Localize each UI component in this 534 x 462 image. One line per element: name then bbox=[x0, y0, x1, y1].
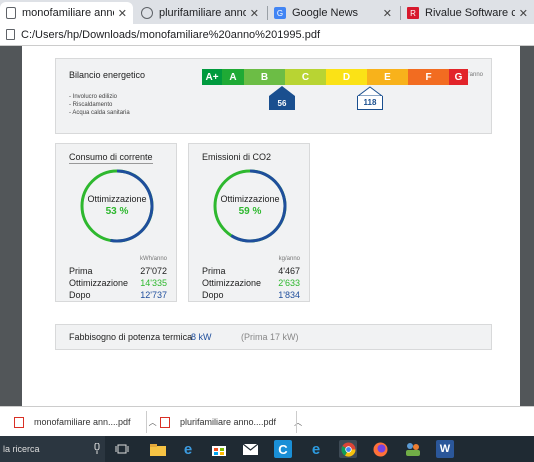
thermal-power-before: (Prima 17 kW) bbox=[241, 332, 299, 342]
co2-row-ottimizzazione-label: Ottimizzazione bbox=[202, 278, 262, 288]
download-item-monofamiliare[interactable]: monofamiliare ann....pdf ︿ bbox=[14, 407, 157, 437]
energy-class-scale: A+ A B C D E F G bbox=[202, 69, 468, 85]
pdf-file-icon bbox=[160, 416, 170, 428]
thermal-power-value: 8 kW bbox=[191, 332, 212, 342]
co2-gauge-label: Ottimizzazione bbox=[220, 194, 280, 204]
legend-riscaldamento: - Riscaldamento bbox=[69, 102, 113, 108]
tab-close-icon[interactable]: ✕ bbox=[250, 7, 259, 20]
co2-gauge-percent: 59 % bbox=[238, 206, 262, 217]
power-gauge-label: Ottimizzazione bbox=[87, 194, 147, 204]
thermal-power-panel: Fabbisogno di potenza termica 8 kW (Prim… bbox=[55, 324, 492, 350]
thermal-power-label: Fabbisogno di potenza termica bbox=[69, 332, 193, 342]
task-view-icon[interactable] bbox=[113, 440, 131, 458]
tab-close-icon[interactable]: ✕ bbox=[118, 7, 127, 20]
mail-icon[interactable] bbox=[241, 440, 259, 458]
power-gauge-percent: 53 % bbox=[105, 206, 129, 217]
file-explorer-icon[interactable] bbox=[149, 440, 167, 458]
tab-label: monofamiliare anno 1995.p bbox=[22, 7, 114, 19]
download-label: monofamiliare ann....pdf bbox=[34, 417, 131, 427]
power-row-dopo-value: 12'737 bbox=[140, 290, 167, 300]
tab-label: Rivalue Software calcolo fa bbox=[425, 7, 515, 19]
tab-rivalue[interactable]: R Rivalue Software calcolo fa ✕ bbox=[401, 2, 534, 24]
pdf-viewer[interactable]: Bilancio energetico kWh/m² all'anno - In… bbox=[0, 46, 534, 406]
edge-icon[interactable]: e bbox=[307, 440, 325, 458]
windows-taskbar: la ricerca e C e W bbox=[0, 436, 534, 462]
marker-solid-value: 56 bbox=[269, 96, 295, 110]
class-f: F bbox=[408, 69, 449, 85]
legend-acqua: - Acqua calda sanitaria bbox=[69, 110, 130, 116]
co2-row-ottimizzazione-value: 2'633 bbox=[278, 278, 300, 288]
power-unit-label: kWh/anno bbox=[139, 256, 167, 262]
google-news-icon: G bbox=[274, 7, 286, 19]
power-consumption-panel: Consumo di corrente Ottimizzazione 53 % … bbox=[55, 143, 177, 302]
chevron-up-icon[interactable]: ︿ bbox=[149, 417, 157, 428]
c-app-icon[interactable]: C bbox=[274, 440, 292, 458]
tab-close-icon[interactable]: ✕ bbox=[519, 7, 528, 20]
power-row-prima-value: 27'072 bbox=[140, 266, 167, 276]
word-app-icon[interactable]: W bbox=[436, 440, 454, 458]
taskbar-search-text: la ricerca bbox=[3, 444, 40, 454]
file-icon bbox=[6, 29, 15, 40]
marker-outline-value: 118 bbox=[357, 96, 383, 110]
pdf-file-icon bbox=[6, 7, 16, 19]
marker-solid-arrow bbox=[269, 86, 295, 96]
tab-close-icon[interactable]: ✕ bbox=[383, 7, 392, 20]
microphone-icon[interactable] bbox=[88, 440, 106, 458]
rivalue-logo-icon: R bbox=[407, 7, 419, 19]
class-aplus: A+ bbox=[202, 69, 222, 85]
class-b: B bbox=[244, 69, 285, 85]
pdf-page: Bilancio energetico kWh/m² all'anno - In… bbox=[22, 46, 520, 406]
co2-emissions-title: Emissioni di CO2 bbox=[202, 152, 272, 162]
pdf-file-icon bbox=[14, 416, 24, 428]
class-e: E bbox=[367, 69, 408, 85]
tab-label: plurifamiliare anno 1960.pd bbox=[159, 7, 246, 19]
power-row-ottimizzazione-label: Ottimizzazione bbox=[69, 278, 129, 288]
download-item-plurifamiliare[interactable]: plurifamiliare anno....pdf ︿ bbox=[160, 407, 302, 437]
class-d: D bbox=[326, 69, 367, 85]
store-icon[interactable] bbox=[210, 440, 228, 458]
address-text[interactable]: C:/Users/hp/Downloads/monofamiliare%20an… bbox=[21, 29, 320, 41]
edge-legacy-icon[interactable]: e bbox=[179, 440, 197, 458]
co2-row-prima-value: 4'467 bbox=[278, 266, 300, 276]
power-row-ottimizzazione-value: 14'335 bbox=[140, 278, 167, 288]
globe-icon bbox=[141, 7, 153, 19]
energy-balance-title: Bilancio energetico bbox=[69, 70, 146, 80]
chrome-icon[interactable] bbox=[339, 440, 357, 458]
co2-row-dopo-label: Dopo bbox=[202, 290, 224, 300]
downloads-separator bbox=[296, 411, 297, 433]
co2-row-dopo-value: 1'834 bbox=[278, 290, 300, 300]
tab-label: Google News bbox=[292, 7, 359, 19]
downloads-separator bbox=[146, 411, 147, 433]
tab-strip: monofamiliare anno 1995.p ✕ plurifamilia… bbox=[0, 0, 534, 24]
legend-involucro: - Involucro edilizio bbox=[69, 94, 118, 100]
energy-balance-panel: Bilancio energetico kWh/m² all'anno - In… bbox=[55, 58, 492, 134]
tab-plurifamiliare[interactable]: plurifamiliare anno 1960.pd ✕ bbox=[135, 2, 265, 24]
co2-emissions-panel: Emissioni di CO2 Ottimizzazione 59 % kg/… bbox=[188, 143, 310, 302]
tab-monofamiliare[interactable]: monofamiliare anno 1995.p ✕ bbox=[0, 2, 133, 24]
class-g: G bbox=[449, 69, 468, 85]
firefox-icon[interactable] bbox=[371, 440, 389, 458]
co2-unit-label: kg/anno bbox=[278, 256, 300, 262]
power-row-prima-label: Prima bbox=[69, 266, 93, 276]
power-consumption-title: Consumo di corrente bbox=[69, 152, 153, 164]
class-a: A bbox=[222, 69, 244, 85]
people-app-icon[interactable] bbox=[404, 440, 422, 458]
downloads-bar: monofamiliare ann....pdf ︿ plurifamiliar… bbox=[0, 406, 534, 436]
address-bar[interactable]: C:/Users/hp/Downloads/monofamiliare%20an… bbox=[0, 24, 534, 46]
power-row-dopo-label: Dopo bbox=[69, 290, 91, 300]
class-c: C bbox=[285, 69, 326, 85]
tab-google-news[interactable]: G Google News ✕ bbox=[268, 2, 398, 24]
download-label: plurifamiliare anno....pdf bbox=[180, 417, 277, 427]
co2-row-prima-label: Prima bbox=[202, 266, 226, 276]
